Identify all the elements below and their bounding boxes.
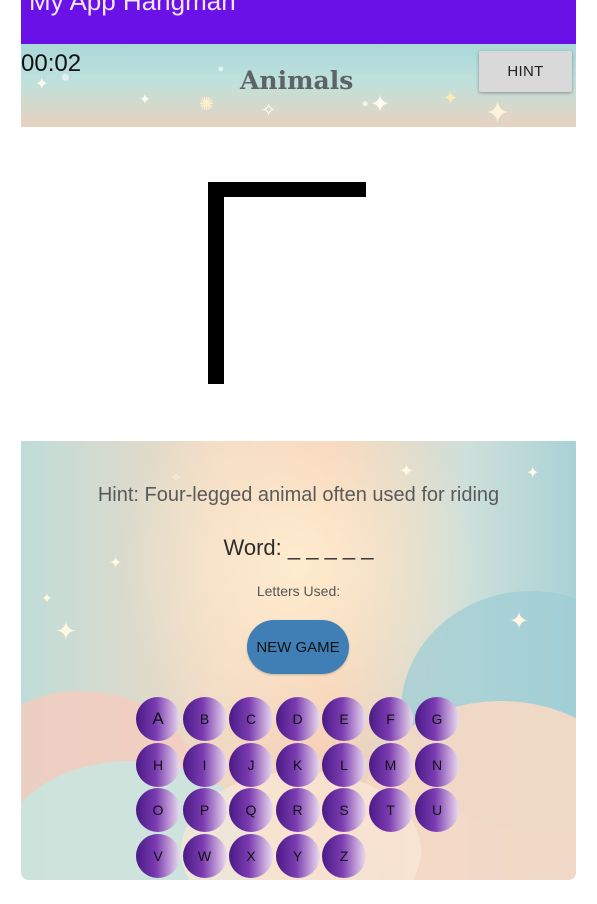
gallows-beam bbox=[208, 182, 366, 197]
header-banner: ✦ ✦ ✺ ✦ ✦ ✦ ✧ 00:02 Animals HINT bbox=[21, 44, 576, 127]
hint-text: Hint: Four-legged animal often used for … bbox=[97, 484, 500, 506]
letter-key-z[interactable]: Z bbox=[322, 833, 366, 878]
letter-key-e[interactable]: E bbox=[322, 697, 366, 741]
game-timer: 00:02 bbox=[21, 50, 82, 77]
letter-key-c[interactable]: C bbox=[229, 697, 273, 741]
sparkle-icon: ✦ bbox=[399, 461, 415, 482]
letter-key-q[interactable]: Q bbox=[229, 788, 273, 832]
sparkle-icon: ✦ bbox=[509, 607, 530, 635]
letter-key-g[interactable]: G bbox=[415, 697, 459, 741]
hangman-drawing bbox=[208, 182, 366, 384]
letter-key-w[interactable]: W bbox=[182, 833, 227, 878]
letter-key-k[interactable]: K bbox=[275, 742, 320, 787]
letter-key-f[interactable]: F bbox=[368, 697, 413, 741]
letter-key-j[interactable]: J bbox=[229, 742, 273, 787]
new-game-button[interactable]: NEW GAME bbox=[247, 620, 349, 674]
hint-button[interactable]: HINT bbox=[479, 51, 572, 92]
sparkle-icon: ✧ bbox=[171, 471, 182, 485]
app-bar-title: My App Hangman bbox=[29, 0, 236, 16]
letter-key-t[interactable]: T bbox=[368, 788, 413, 832]
sparkle-icon: ✦ bbox=[443, 88, 459, 109]
letter-key-v[interactable]: V bbox=[136, 833, 180, 878]
game-panel: ✦ ✦ ✦ ✦ ✦ ✦ ✧ Hint: Four-legged animal o… bbox=[21, 441, 576, 880]
sparkle-icon: ✺ bbox=[199, 94, 215, 115]
letter-key-l[interactable]: L bbox=[322, 742, 366, 787]
sparkle-icon: ✧ bbox=[261, 100, 277, 121]
letter-key-o[interactable]: O bbox=[136, 788, 180, 832]
sparkle-icon: ✦ bbox=[139, 92, 151, 108]
word-display: Word: _ _ _ _ _ bbox=[223, 535, 374, 560]
category-title: Animals bbox=[240, 66, 354, 95]
letter-key-h[interactable]: H bbox=[136, 742, 180, 787]
letter-key-r[interactable]: R bbox=[275, 788, 320, 832]
app-bar: My App Hangman bbox=[21, 0, 576, 44]
app-frame: My App Hangman ✦ ✦ ✺ ✦ ✦ ✦ ✧ 00:02 Anima… bbox=[21, 0, 576, 904]
letter-key-m[interactable]: M bbox=[368, 742, 413, 787]
letter-key-u[interactable]: U bbox=[415, 788, 459, 832]
letter-key-y[interactable]: Y bbox=[275, 833, 320, 878]
sparkle-icon: ✦ bbox=[485, 96, 511, 127]
letters-used-label: Letters Used: bbox=[256, 583, 341, 599]
gallows-post bbox=[208, 182, 224, 384]
letter-key-x[interactable]: X bbox=[229, 833, 273, 878]
letter-key-n[interactable]: N bbox=[415, 742, 459, 787]
letter-key-b[interactable]: B bbox=[182, 697, 227, 741]
sparkle-icon: ✦ bbox=[370, 90, 391, 118]
letter-key-p[interactable]: P bbox=[182, 788, 227, 832]
sparkle-icon: ✦ bbox=[526, 463, 540, 482]
letter-key-i[interactable]: I bbox=[182, 742, 227, 787]
sparkle-icon: ✦ bbox=[55, 617, 77, 647]
letter-key-a[interactable]: A bbox=[136, 697, 180, 741]
letter-key-d[interactable]: D bbox=[275, 697, 320, 741]
letter-key-s[interactable]: S bbox=[322, 788, 366, 832]
